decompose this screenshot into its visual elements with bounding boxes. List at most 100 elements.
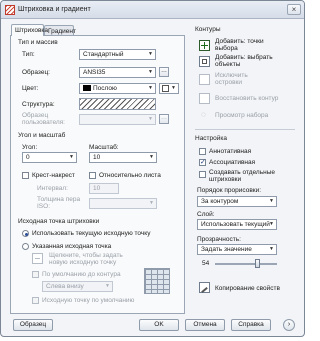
- default-to-extents-label: По умолчанию до контура: [42, 271, 121, 278]
- separate-hatches-checkbox[interactable]: [199, 171, 206, 178]
- default-to-extents-checkbox[interactable]: [32, 271, 39, 278]
- origin-preview-image: [144, 268, 170, 294]
- color-dropdown[interactable]: Послою ▼: [79, 83, 156, 94]
- iso-pen-width-label: Толщина пера ISO:: [37, 196, 81, 210]
- annotative-checkbox[interactable]: [199, 148, 206, 155]
- right-divider: [195, 129, 295, 130]
- recreate-boundary-label[interactable]: Восстановить контур: [215, 95, 278, 102]
- chevron-down-icon: ▼: [149, 200, 154, 206]
- crosshair-h-icon: [35, 258, 40, 259]
- extents-position-value: Слева внизу: [46, 283, 84, 290]
- transparency-value: Задать значение: [201, 246, 252, 253]
- chevron-down-icon: ▼: [149, 154, 154, 160]
- type-dropdown[interactable]: Стандартный ▼: [79, 49, 156, 60]
- pattern-dropdown[interactable]: ANSI35 ▼: [79, 67, 156, 78]
- chevron-down-icon: ▼: [148, 85, 153, 91]
- relative-to-paper-checkbox[interactable]: [89, 172, 96, 179]
- pattern-preview-swatch[interactable]: [79, 98, 156, 110]
- boundaries-section-title: Контуры: [195, 26, 221, 33]
- recreate-boundary-icon[interactable]: [199, 93, 210, 104]
- scale-value: 10: [93, 154, 101, 161]
- add-select-objects-label[interactable]: Добавить: выбрать объекты: [215, 54, 285, 68]
- chevron-down-icon: ▼: [148, 69, 153, 75]
- preview-button[interactable]: Образец: [13, 319, 53, 331]
- remove-islands-label[interactable]: Исключить островки: [215, 72, 270, 86]
- use-current-origin-radio[interactable]: [22, 230, 29, 237]
- relative-to-paper-label: Относительно листа: [99, 172, 161, 179]
- chevron-down-icon: ▼: [171, 85, 176, 91]
- color-label: Цвет:: [22, 85, 39, 92]
- use-current-origin-label: Использовать текущую исходную точку: [32, 230, 151, 237]
- color-swatch-icon: [83, 85, 91, 92]
- ok-button[interactable]: OK: [139, 319, 179, 331]
- chevron-down-icon: ▼: [69, 154, 74, 160]
- chevron-down-icon: ▼: [269, 198, 274, 204]
- color-value: Послою: [93, 85, 117, 92]
- view-selections-label[interactable]: Просмотр набора: [215, 112, 268, 119]
- remove-islands-icon[interactable]: [199, 74, 210, 85]
- transparency-number: 54: [202, 260, 210, 267]
- type-label: Тип:: [22, 51, 35, 58]
- spacing-input[interactable]: 10: [89, 183, 119, 194]
- transparency-dropdown[interactable]: Задать значение ▼: [197, 244, 277, 255]
- plus-icon-bar: [201, 45, 208, 46]
- add-pick-points-label[interactable]: Добавить: точки выбора: [215, 38, 285, 52]
- no-fill-icon: [162, 85, 169, 92]
- draw-order-label: Порядок прорисовки:: [197, 187, 262, 194]
- pattern-label: Образец:: [22, 69, 50, 76]
- extents-position-dropdown[interactable]: Слева внизу ▼: [42, 281, 113, 292]
- transparency-label: Прозрачность:: [197, 236, 241, 243]
- title-bar: Штриховка и градиент ×: [1, 1, 304, 19]
- expand-more-options-icon[interactable]: ›: [283, 319, 295, 331]
- hatch-dialog: Штриховка и градиент × Штриховка Градиен…: [0, 0, 305, 337]
- tab-hatch[interactable]: Штриховка: [11, 24, 48, 36]
- origin-section-title: Исходная точка штриховки: [18, 218, 100, 225]
- layer-dropdown[interactable]: Использовать текущий ▼: [197, 219, 277, 230]
- angle-scale-section-title: Угол и масштаб: [18, 132, 66, 139]
- window-title: Штриховка и градиент: [18, 6, 91, 13]
- chevron-down-icon: ▼: [269, 221, 274, 227]
- options-section-title: Настройка: [195, 135, 227, 142]
- specified-origin-radio[interactable]: [22, 243, 29, 250]
- inherit-properties-icon[interactable]: [199, 282, 210, 294]
- transparency-slider-thumb[interactable]: [255, 259, 260, 268]
- angle-label: Угол:: [22, 144, 38, 151]
- cross-hatch-checkbox[interactable]: [22, 172, 29, 179]
- angle-value: 0: [26, 154, 30, 161]
- add-select-objects-icon[interactable]: [199, 56, 210, 67]
- help-button[interactable]: Справка: [231, 319, 271, 331]
- associative-label: Ассоциативная: [209, 159, 256, 166]
- type-pattern-section-title: Тип и массив: [18, 39, 58, 46]
- select-box-icon: [202, 59, 207, 64]
- draw-order-dropdown[interactable]: За контуром ▼: [197, 196, 277, 207]
- draw-order-value: За контуром: [201, 198, 239, 205]
- close-button[interactable]: ×: [287, 4, 301, 15]
- user-pattern-dropdown[interactable]: ▼: [79, 114, 156, 125]
- store-default-origin-label: Исходную точку по умолчанию: [42, 297, 135, 304]
- scale-dropdown[interactable]: 10 ▼: [89, 152, 157, 163]
- associative-checkbox[interactable]: [199, 158, 206, 166]
- pattern-browse-button[interactable]: …: [159, 67, 169, 77]
- scale-label: Масштаб:: [89, 144, 119, 151]
- transparency-slider-track[interactable]: [215, 263, 277, 265]
- view-selections-icon[interactable]: ◌: [201, 110, 206, 119]
- layer-value: Использовать текущий: [201, 221, 270, 228]
- angle-dropdown[interactable]: 0 ▼: [22, 152, 77, 163]
- structure-label: Структура:: [22, 101, 55, 108]
- type-value: Стандартный: [83, 51, 124, 58]
- click-origin-label: Щелкните, чтобы задать новую исходную то…: [49, 252, 123, 266]
- annotative-label: Аннотативная: [209, 148, 252, 155]
- iso-pen-width-dropdown[interactable]: ▼: [89, 198, 157, 209]
- chevron-down-icon: ▼: [105, 283, 110, 289]
- user-pattern-browse-button[interactable]: …: [159, 114, 169, 124]
- layer-label: Слой:: [197, 211, 215, 218]
- background-color-dropdown[interactable]: ▼: [159, 83, 179, 94]
- add-pick-points-icon[interactable]: [199, 40, 210, 51]
- cancel-button[interactable]: Отмена: [185, 319, 225, 331]
- spacing-label: Интервал:: [37, 185, 68, 192]
- pattern-value: ANSI35: [83, 69, 106, 76]
- inherit-properties-label[interactable]: Копирование свойств: [215, 285, 280, 292]
- specified-origin-label: Указанная исходная точка: [32, 243, 112, 250]
- pick-origin-icon[interactable]: [32, 253, 43, 264]
- store-default-origin-checkbox[interactable]: [32, 297, 39, 304]
